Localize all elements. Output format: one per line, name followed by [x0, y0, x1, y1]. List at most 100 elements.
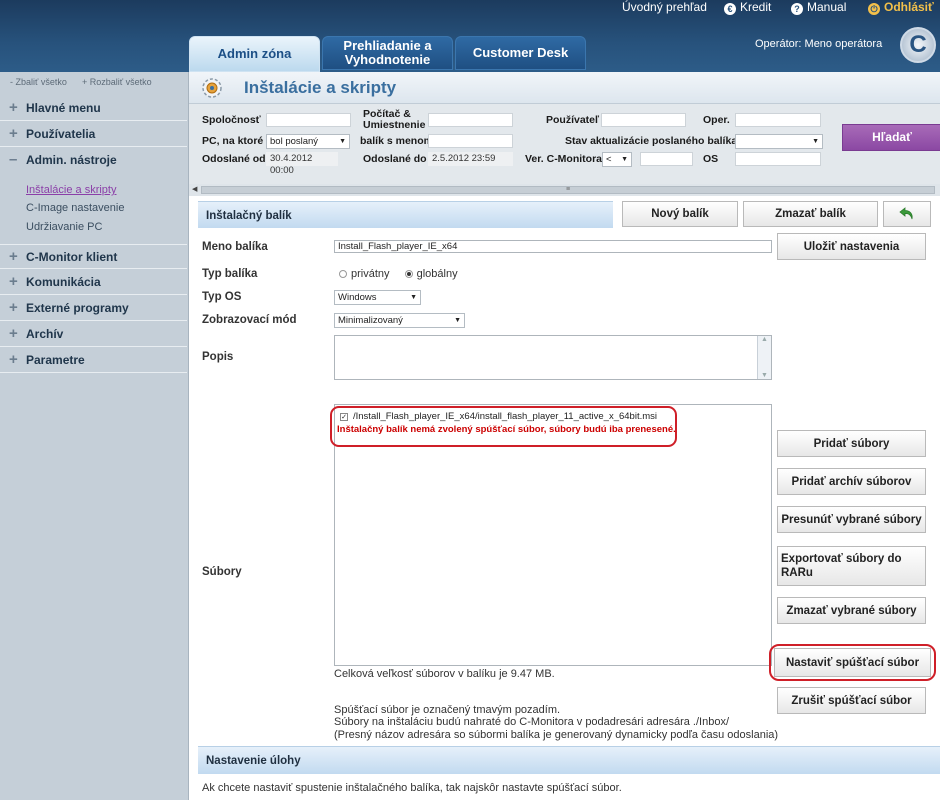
files-label: Súbory	[202, 566, 242, 578]
company-input[interactable]	[266, 113, 351, 127]
expand-icon: +	[9, 325, 18, 342]
export-rar-label: Exportovať súbory do RARu	[781, 553, 902, 579]
sidebar-item-installs-scripts[interactable]: Inštalácie a skripty	[26, 184, 116, 196]
sidebar-group-external-programs[interactable]: + Externé programy	[0, 296, 187, 321]
highlight-ring-launch-button	[769, 644, 936, 681]
scroll-down-icon[interactable]: ▼	[758, 372, 771, 379]
collapse-left-icon: ◀	[192, 186, 198, 193]
sidebar-group-communication[interactable]: + Komunikácia	[0, 270, 187, 295]
sent-from-input[interactable]: 30.4.2012 00:00	[266, 152, 338, 176]
expand-icon: +	[9, 299, 18, 316]
package-name-input[interactable]: Install_Flash_player_IE_x64	[334, 240, 772, 253]
back-arrow-icon	[899, 207, 913, 220]
chevron-down-icon: ▼	[410, 294, 417, 301]
logout-label: Odhlásiť	[884, 0, 934, 14]
task-info-text: Ak chcete nastaviť spustenie inštalačnéh…	[202, 782, 622, 794]
oper-input[interactable]	[735, 113, 821, 127]
state-select[interactable]: ▼	[735, 134, 823, 149]
chevron-down-icon: ▼	[454, 317, 461, 324]
pc-select-value: bol poslaný	[270, 136, 319, 147]
sidebar-group-c-monitor[interactable]: + C-Monitor klient	[0, 244, 187, 269]
add-files-button[interactable]: Pridať súbory	[777, 430, 926, 457]
display-mode-select[interactable]: Minimalizovaný ▼	[334, 313, 465, 328]
os-type-select[interactable]: Windows ▼	[334, 290, 421, 305]
cancel-launch-file-button[interactable]: Zrušiť spúšťací súbor	[777, 687, 926, 714]
sidebar-group-main-menu[interactable]: + Hlavné menu	[0, 96, 187, 121]
splitter-handle[interactable]: ≡	[201, 186, 935, 194]
chevron-down-icon: ▼	[812, 138, 819, 145]
sidebar-group-admin-tools[interactable]: – Admin. nástroje	[0, 148, 187, 173]
manual-link[interactable]: ? Manual	[791, 0, 846, 15]
sidebar-item-pc-maintenance[interactable]: Udržiavanie PC	[26, 221, 102, 233]
user-input[interactable]	[601, 113, 686, 127]
expand-icon: +	[9, 248, 18, 265]
tab-customer-desk[interactable]: Customer Desk	[455, 36, 586, 70]
scroll-up-icon[interactable]: ▲	[758, 336, 771, 343]
tab-label: Prehliadanie a Vyhodnotenie	[343, 38, 432, 67]
sidebar: - Zbaliť všetko + Rozbaliť všetko + Hlavn…	[0, 72, 189, 800]
search-button[interactable]: Hľadať	[842, 124, 940, 151]
move-selected-button[interactable]: Presunúť vybrané súbory	[777, 506, 926, 533]
package-name-label: balík s menom	[360, 135, 433, 147]
app-logo: C	[900, 27, 936, 63]
expand-icon: +	[9, 351, 18, 368]
os-filter-input[interactable]	[735, 152, 821, 166]
chevron-down-icon: ▼	[621, 156, 628, 163]
radio-global-label: globálny	[416, 268, 458, 280]
package-name-input[interactable]	[428, 134, 513, 148]
operator-name: Meno operátora	[804, 38, 883, 50]
note-inbox: Súbory na inštaláciu budú nahraté do C-M…	[334, 716, 730, 728]
sidebar-group-label: Používatelia	[26, 127, 96, 141]
version-operator-value: <	[606, 154, 612, 165]
manual-label: Manual	[807, 0, 847, 14]
sent-to-label: Odoslané do	[363, 153, 427, 165]
version-operator-select[interactable]: < ▼	[602, 152, 632, 167]
tab-browse-evaluate[interactable]: Prehliadanie a Vyhodnotenie	[322, 36, 453, 70]
filter-panel: Spoločnosť Počítač & Umiestnenie Používa…	[189, 104, 940, 184]
top-header: Úvodný prehľad € Kredit ? Manual ⏻ Odhlásiť…	[0, 0, 940, 72]
save-settings-button[interactable]: Uložiť nastavenia	[777, 233, 926, 260]
overview-link[interactable]: Úvodný prehľad	[622, 0, 707, 14]
company-label: Spoločnosť	[202, 114, 261, 126]
sidebar-item-c-image[interactable]: C-Image nastavenie	[26, 202, 124, 214]
sidebar-group-label: Externé programy	[26, 301, 129, 315]
grip-icon: ≡	[565, 186, 571, 193]
credit-link[interactable]: € Kredit	[724, 0, 771, 15]
delete-selected-button[interactable]: Zmazať vybrané súbory	[777, 597, 926, 624]
expand-all-link[interactable]: + Rozbaliť všetko	[82, 77, 152, 87]
total-size-text: Celková veľkosť súborov v balíku je 9.47…	[334, 668, 555, 680]
pc-select[interactable]: bol poslaný ▼	[266, 134, 350, 149]
radio-icon	[339, 270, 347, 278]
radio-private[interactable]: privátny	[339, 268, 390, 280]
add-archive-button[interactable]: Pridať archív súborov	[777, 468, 926, 495]
sidebar-group-users[interactable]: + Používatelia	[0, 122, 187, 147]
sidebar-group-label: Archív	[26, 327, 64, 341]
sent-from-label: Odoslané od	[202, 153, 266, 165]
logout-link[interactable]: ⏻ Odhlásiť	[868, 0, 934, 15]
delete-package-button[interactable]: Zmazať balík	[743, 201, 878, 227]
back-button[interactable]	[883, 201, 931, 227]
sidebar-group-label: Admin. nástroje	[26, 153, 117, 167]
state-label: Stav aktualizácie poslaného balíka je	[565, 135, 749, 147]
chevron-down-icon: ▼	[339, 138, 346, 145]
sidebar-group-label: C-Monitor klient	[26, 250, 118, 264]
package-type-label: Typ balíka	[202, 268, 258, 280]
sidebar-group-archive[interactable]: + Archív	[0, 322, 187, 347]
computer-input[interactable]	[428, 113, 513, 127]
scrollbar[interactable]: ▲ ▼	[757, 336, 771, 379]
panel-splitter[interactable]: ◀ ≡	[189, 184, 940, 196]
sent-to-input[interactable]: 2.5.2012 23:59	[428, 152, 513, 166]
credit-label: Kredit	[740, 0, 772, 14]
sidebar-group-parameters[interactable]: + Parametre	[0, 348, 187, 373]
version-input[interactable]	[640, 152, 693, 166]
export-rar-button[interactable]: Exportovať súbory do RARu	[777, 546, 926, 586]
radio-global[interactable]: globálny	[404, 268, 458, 280]
highlight-ring-warning	[330, 406, 677, 447]
new-package-button[interactable]: Nový balík	[622, 201, 738, 227]
tab-admin-zone[interactable]: Admin zóna	[189, 36, 320, 72]
collapse-icon: –	[9, 151, 18, 168]
collapse-all-link[interactable]: - Zbaliť všetko	[10, 77, 67, 87]
oper-label: Oper.	[703, 114, 730, 126]
operator-prefix: Operátor:	[755, 38, 802, 50]
description-textarea[interactable]: ▲ ▼	[334, 335, 772, 380]
